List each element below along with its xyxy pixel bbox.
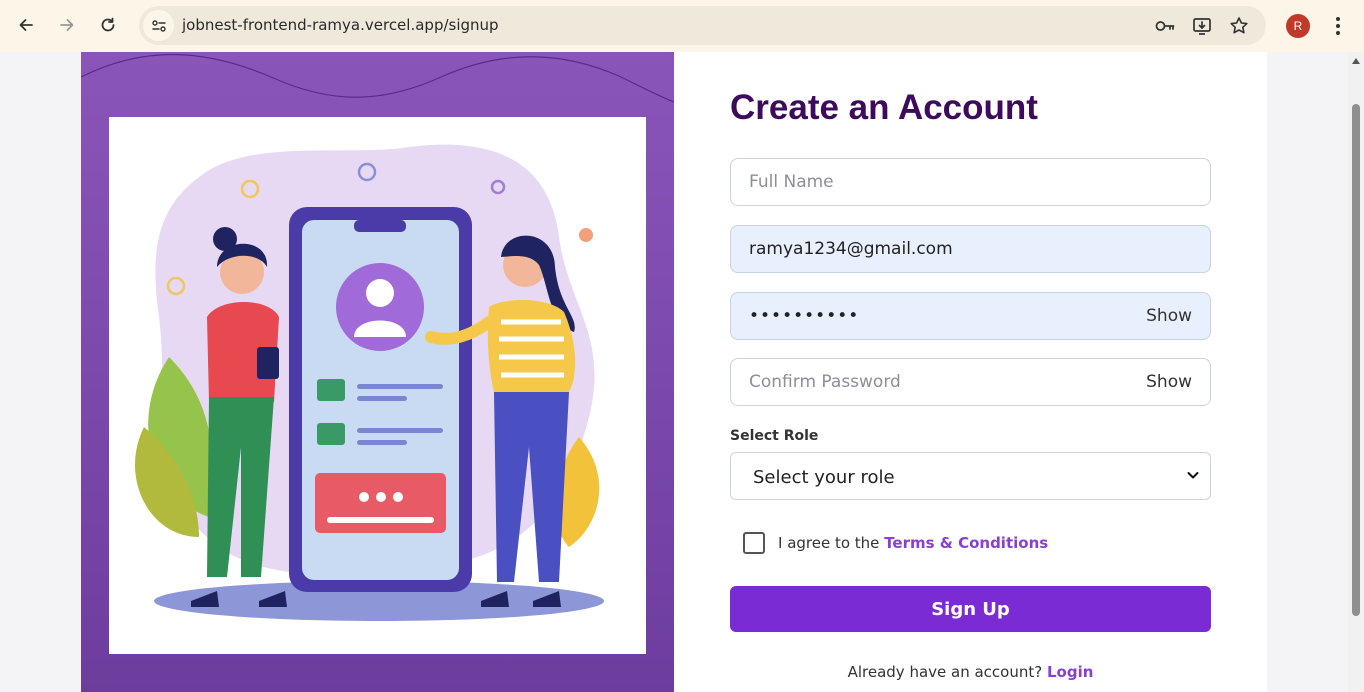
confirm-password-input[interactable] — [749, 359, 1149, 405]
login-prompt: Already have an account? Login — [674, 663, 1267, 681]
arrow-left-icon — [19, 19, 33, 31]
terms-checkbox[interactable] — [743, 532, 765, 554]
more-menu-icon[interactable] — [1326, 12, 1350, 40]
reload-icon — [101, 17, 115, 32]
page-scrollbar[interactable] — [1348, 52, 1364, 692]
install-app-icon[interactable] — [1190, 14, 1214, 38]
role-selected-value: Select your role — [753, 467, 895, 488]
sign-up-button[interactable]: Sign Up — [730, 586, 1211, 632]
address-bar[interactable]: jobnest-frontend-ramya.vercel.app/signup — [139, 6, 1266, 45]
show-confirm-toggle[interactable]: Show — [1146, 372, 1192, 392]
terms-agreement: I agree to the Terms & Conditions — [778, 534, 1048, 552]
url-text[interactable]: jobnest-frontend-ramya.vercel.app/signup — [182, 16, 499, 34]
back-button[interactable] — [9, 8, 43, 42]
full-name-field[interactable] — [730, 158, 1211, 206]
browser-toolbar: jobnest-frontend-ramya.vercel.app/signup… — [0, 0, 1364, 52]
bookmark-star-icon[interactable] — [1227, 14, 1251, 38]
forward-button[interactable] — [50, 8, 84, 42]
agree-text: I agree to the — [778, 534, 885, 552]
key-icon[interactable] — [1153, 14, 1177, 38]
site-info-icon[interactable] — [143, 10, 174, 41]
email-input[interactable] — [749, 226, 1149, 272]
show-password-toggle[interactable]: Show — [1146, 306, 1192, 326]
have-account-text: Already have an account? — [847, 663, 1047, 681]
arrow-right-icon — [60, 19, 74, 31]
role-select[interactable]: Select your role — [730, 452, 1211, 500]
scroll-up-arrow-icon[interactable] — [1352, 58, 1360, 64]
terms-link[interactable]: Terms & Conditions — [884, 534, 1048, 552]
illustration-panel — [81, 52, 674, 692]
scroll-thumb[interactable] — [1352, 104, 1360, 616]
password-field[interactable]: Show — [730, 292, 1211, 340]
signup-card: Create an Account Show Show Select Role … — [81, 52, 1267, 692]
login-link[interactable]: Login — [1047, 663, 1093, 681]
wave-decoration — [81, 54, 674, 103]
email-field[interactable] — [730, 225, 1211, 273]
chevron-down-icon — [1187, 472, 1199, 479]
confirm-password-field[interactable]: Show — [730, 358, 1211, 406]
role-label: Select Role — [730, 428, 819, 444]
full-name-input[interactable] — [749, 159, 1149, 205]
page-viewport: Create an Account Show Show Select Role … — [0, 52, 1364, 692]
signup-illustration — [109, 117, 646, 654]
reload-button[interactable] — [91, 8, 125, 42]
signup-form: Create an Account Show Show Select Role … — [674, 52, 1267, 692]
profile-avatar[interactable]: R — [1286, 14, 1310, 38]
password-input[interactable] — [749, 293, 1149, 339]
page-title: Create an Account — [730, 88, 1038, 127]
